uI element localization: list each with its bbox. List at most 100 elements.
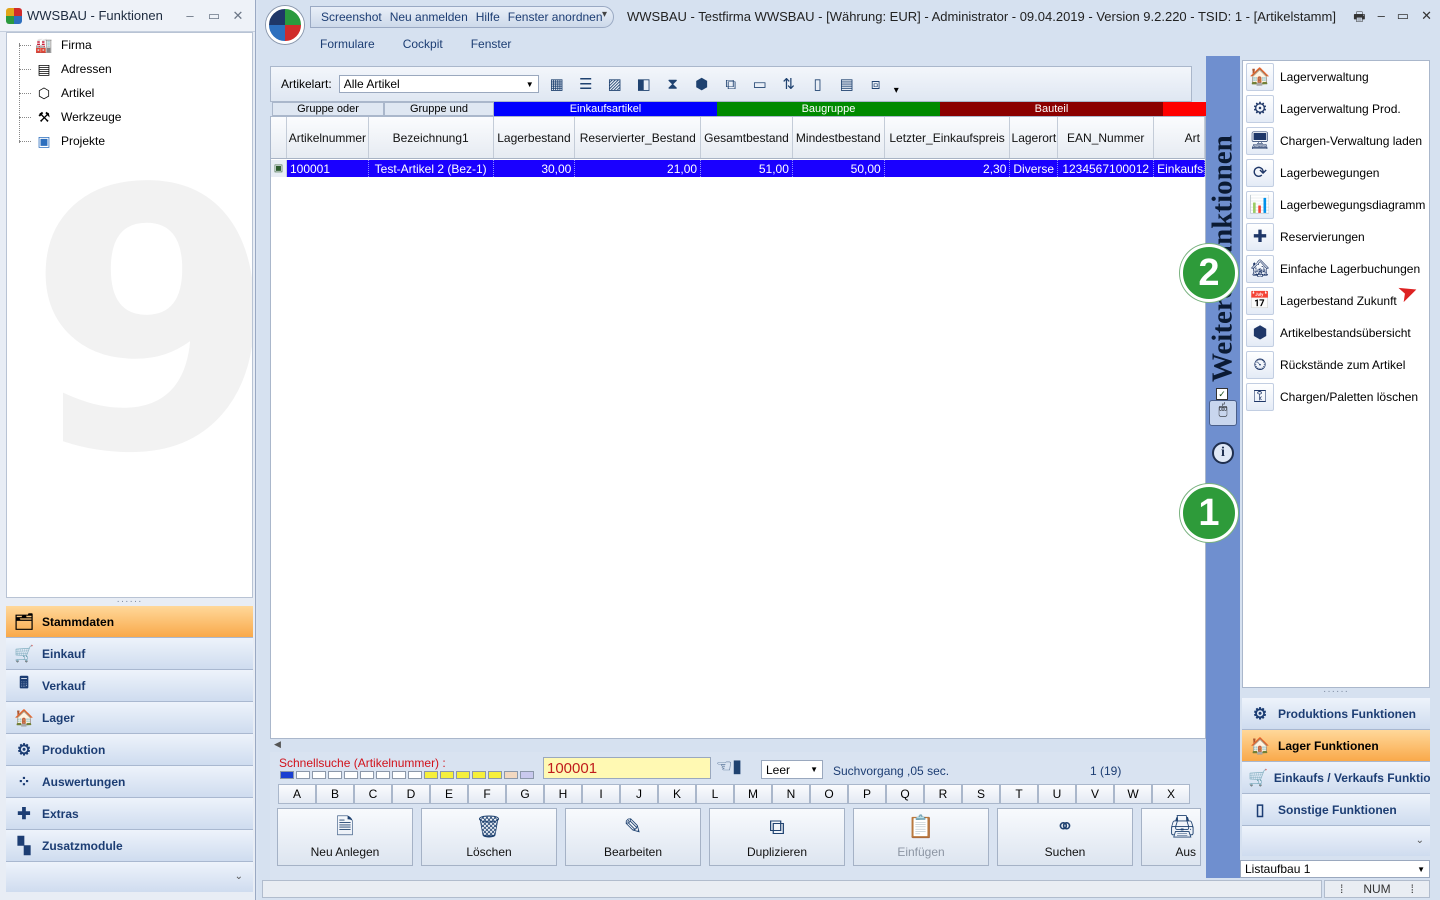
copy-icon[interactable]: ⧉	[720, 73, 742, 95]
letter-d[interactable]: D	[392, 784, 430, 804]
function-lagerbewegungen[interactable]: ⟳ Lagerbewegungen	[1243, 157, 1429, 189]
loeschen-button[interactable]: 🗑 Löschen	[421, 808, 557, 866]
group-einkaufsartikel[interactable]: Einkaufsartikel	[494, 102, 717, 116]
letter-t[interactable]: T	[1000, 784, 1038, 804]
group-produktions-funktionen[interactable]: ⚙ Produktions Funktionen	[1242, 698, 1430, 730]
letter-x[interactable]: X	[1152, 784, 1190, 804]
einfuegen-button[interactable]: 📋 Einfügen	[853, 808, 989, 866]
menu-fenster[interactable]: Fenster	[471, 37, 512, 51]
hourglass-icon[interactable]: ⧗	[662, 73, 684, 95]
function-chargen-paletten-loeschen[interactable]: ⚿ Chargen/Paletten löschen	[1243, 381, 1429, 413]
letter-k[interactable]: K	[658, 784, 696, 804]
menu-formulare[interactable]: Formulare	[320, 37, 375, 51]
letter-q[interactable]: Q	[886, 784, 924, 804]
calendar-icon[interactable]: ▦	[546, 73, 568, 95]
tree-item-werkzeuge[interactable]: ⚒ Werkzeuge	[7, 105, 252, 129]
quick-hilfe[interactable]: Hilfe	[476, 10, 500, 24]
letter-p[interactable]: P	[848, 784, 886, 804]
letter-l[interactable]: L	[696, 784, 734, 804]
letter-n[interactable]: N	[772, 784, 810, 804]
table-row[interactable]: ▣ 100001 Test-Artikel 2 (Bez-1) 30,00 21…	[271, 160, 1205, 177]
image-icon[interactable]: ▨	[604, 73, 626, 95]
col-letzter-einkaufspreis[interactable]: Letzter_Einkaufspreis	[885, 117, 1011, 158]
col-gesamtbestand[interactable]: Gesamtbestand	[701, 117, 793, 158]
nav-groups-menu[interactable]: ⌄	[6, 862, 253, 892]
letter-s[interactable]: S	[962, 784, 1000, 804]
pointing-hand-icon[interactable]: ☜▮	[716, 756, 742, 777]
tree-item-firma[interactable]: 🏭 Firma	[7, 33, 252, 57]
page-icon[interactable]: ▯	[807, 73, 829, 95]
letter-u[interactable]: U	[1038, 784, 1076, 804]
info-icon[interactable]: i	[1212, 442, 1234, 464]
export-button[interactable]: 🖨 Aus	[1141, 808, 1201, 866]
table-horizontal-scrollbar[interactable]: ◀	[270, 739, 1206, 749]
col-reservierter-bestand[interactable]: Reservierter_Bestand	[575, 117, 702, 158]
letter-e[interactable]: E	[430, 784, 468, 804]
suchen-button[interactable]: ⚭ Suchen	[997, 808, 1133, 866]
card-icon[interactable]: ▭	[749, 73, 771, 95]
group-lager-funktionen[interactable]: 🏠 Lager Funktionen	[1242, 730, 1430, 762]
bearbeiten-button[interactable]: ✎ Bearbeiten	[565, 808, 701, 866]
nav-produktion[interactable]: ⚙ Produktion	[6, 734, 253, 766]
col-ean-nummer[interactable]: EAN_Nummer	[1058, 117, 1155, 158]
letter-f[interactable]: F	[468, 784, 506, 804]
letter-b[interactable]: B	[316, 784, 354, 804]
group-einkaufs-verkaufs-funktionen[interactable]: 🛒 Einkaufs / Verkaufs Funktio...	[1242, 762, 1430, 794]
letter-h[interactable]: H	[544, 784, 582, 804]
function-rueckstaende[interactable]: ⏲ Rückstände zum Artikel	[1243, 349, 1429, 381]
function-artikelbestandsuebersicht[interactable]: ⬢ Artikelbestandsübersicht	[1243, 317, 1429, 349]
minimize-button[interactable]: –	[1378, 8, 1385, 30]
col-lagerbestand[interactable]: Lagerbestand	[494, 117, 576, 158]
package-icon[interactable]: ⬢	[691, 73, 713, 95]
quick-fenster-anordnen[interactable]: Fenster anordnen	[508, 10, 603, 24]
group-und-button[interactable]: Gruppe und	[384, 102, 494, 116]
letter-m[interactable]: M	[734, 784, 772, 804]
article-type-select[interactable]: Alle Artikel ▼	[338, 75, 539, 93]
letter-o[interactable]: O	[810, 784, 848, 804]
nav-verkauf[interactable]: 🖩 Verkauf	[6, 670, 253, 702]
col-mindestbestand[interactable]: Mindestbestand	[793, 117, 885, 158]
nav-auswertungen[interactable]: ⁘ Auswertungen	[6, 766, 253, 798]
tree-item-adressen[interactable]: ▤ Adressen	[7, 57, 252, 81]
page-layout-icon[interactable]: ▤	[836, 73, 858, 95]
window-icon[interactable]: ⧈	[865, 73, 887, 95]
print-icon[interactable]: 🖶	[1353, 8, 1365, 30]
letter-v[interactable]: V	[1076, 784, 1114, 804]
splitter-handle[interactable]: ······	[6, 597, 253, 607]
layers-icon[interactable]: ☰	[575, 73, 597, 95]
letter-c[interactable]: C	[354, 784, 392, 804]
close-button[interactable]: ✕	[231, 8, 245, 24]
nav-stammdaten[interactable]: 🗂 Stammdaten	[6, 606, 253, 638]
function-lagerverwaltung[interactable]: 🏠 Lagerverwaltung	[1243, 61, 1429, 93]
quick-access-dropdown[interactable]: ▾	[602, 9, 607, 20]
group-sonstige-funktionen[interactable]: ▯ Sonstige Funktionen	[1242, 794, 1430, 826]
nav-zusatzmodule[interactable]: ▚ Zusatzmodule	[6, 830, 253, 862]
minimize-button[interactable]: –	[183, 8, 197, 24]
letter-j[interactable]: J	[620, 784, 658, 804]
nav-extras[interactable]: ✚ Extras	[6, 798, 253, 830]
col-bezeichnung1[interactable]: Bezeichnung1	[369, 117, 494, 158]
mouse-icon[interactable]: 🖱	[1209, 400, 1237, 426]
tree-item-artikel[interactable]: ⬡ Artikel	[7, 81, 252, 105]
function-reservierungen[interactable]: ✚ Reservierungen	[1243, 221, 1429, 253]
app-orb-button[interactable]	[266, 6, 304, 44]
group-baugruppe[interactable]: Baugruppe	[717, 102, 940, 116]
col-art[interactable]: Art	[1154, 117, 1205, 158]
list-layout-select[interactable]: Listaufbau 1 ▼	[1240, 860, 1430, 878]
duplizieren-button[interactable]: ⧉ Duplizieren	[709, 808, 845, 866]
letter-r[interactable]: R	[924, 784, 962, 804]
neu-anlegen-button[interactable]: 🗎 Neu Anlegen	[277, 808, 413, 866]
maximize-button[interactable]: ▭	[1397, 8, 1409, 30]
maximize-button[interactable]: ▭	[207, 8, 221, 24]
quick-screenshot[interactable]: Screenshot	[321, 10, 382, 24]
close-button[interactable]: ✕	[1421, 8, 1432, 30]
function-lagerverwaltung-prod[interactable]: ⚙ Lagerverwaltung Prod.	[1243, 93, 1429, 125]
nav-einkauf[interactable]: 🛒 Einkauf	[6, 638, 253, 670]
function-groups-menu[interactable]: ⌄	[1242, 826, 1430, 856]
col-artikelnummer[interactable]: Artikelnummer	[287, 117, 369, 158]
letter-a[interactable]: A	[278, 784, 316, 804]
sort-icon[interactable]: ⇅	[778, 73, 800, 95]
group-bauteil[interactable]: Bauteil	[940, 102, 1163, 116]
quick-neu-anmelden[interactable]: Neu anmelden	[390, 10, 468, 24]
functions-splitter-handle[interactable]: ······	[1242, 687, 1430, 698]
